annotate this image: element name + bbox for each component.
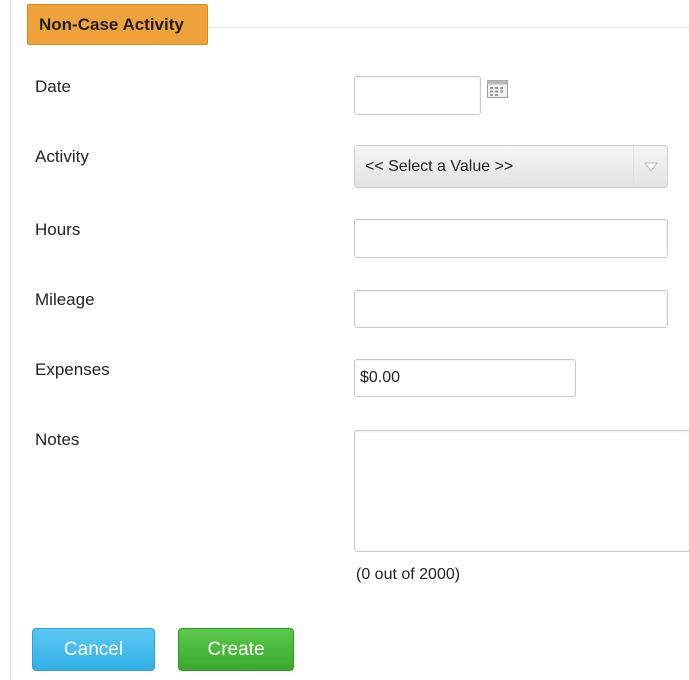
date-input[interactable] xyxy=(354,76,481,115)
cancel-button[interactable]: Cancel xyxy=(32,628,155,671)
chevron-down-icon[interactable] xyxy=(633,146,667,187)
hours-input[interactable] xyxy=(354,219,668,258)
section-tab: Non-Case Activity xyxy=(27,4,208,45)
mileage-label: Mileage xyxy=(35,290,95,309)
activity-select[interactable]: << Select a Value >> xyxy=(354,145,668,188)
notes-textarea[interactable] xyxy=(354,430,689,552)
create-button[interactable]: Create xyxy=(178,628,294,671)
activity-label: Activity xyxy=(35,147,89,166)
calendar-icon[interactable] xyxy=(487,80,508,98)
activity-selected-value: << Select a Value >> xyxy=(365,157,514,175)
form-panel xyxy=(10,0,689,680)
expenses-input[interactable] xyxy=(354,359,576,397)
expenses-label: Expenses xyxy=(35,360,110,379)
notes-char-counter: (0 out of 2000) xyxy=(356,566,461,583)
notes-label: Notes xyxy=(35,430,80,449)
mileage-input[interactable] xyxy=(354,290,668,328)
date-label: Date xyxy=(35,77,71,96)
header-divider xyxy=(200,27,689,28)
hours-label: Hours xyxy=(35,220,81,239)
